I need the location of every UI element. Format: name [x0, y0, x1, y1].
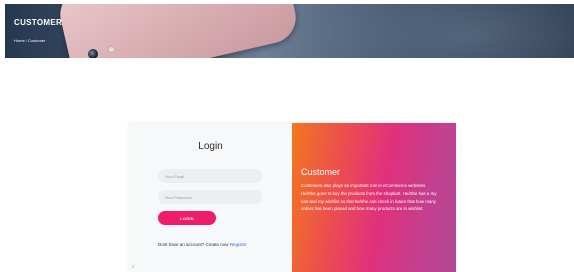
register-prompt: Dont have an account? Create now Registe…: [158, 242, 247, 247]
phone-flash-icon: [108, 46, 115, 53]
menu-icon[interactable]: ≡: [132, 264, 134, 269]
info-title: Customer: [301, 167, 341, 177]
email-input[interactable]: [158, 169, 262, 183]
customer-info-panel: Customer Customers also plays an importa…: [292, 123, 456, 272]
register-link[interactable]: Register: [230, 242, 247, 247]
login-card: Login LOGIN Dont have an account? Create…: [129, 123, 456, 272]
page-banner: CUSTOMER Home / Customer: [5, 4, 574, 58]
login-title: Login: [198, 141, 223, 152]
info-description: Customers also plays an important role i…: [301, 183, 437, 212]
page-title: CUSTOMER: [14, 18, 63, 27]
phone-camera-icon: [87, 48, 99, 58]
breadcrumb[interactable]: Home / Customer: [14, 38, 45, 43]
login-button[interactable]: LOGIN: [158, 211, 216, 225]
login-panel: Login LOGIN Dont have an account? Create…: [129, 123, 292, 272]
password-input[interactable]: [158, 190, 262, 204]
no-account-text: Dont have an account? Create now: [158, 242, 229, 247]
